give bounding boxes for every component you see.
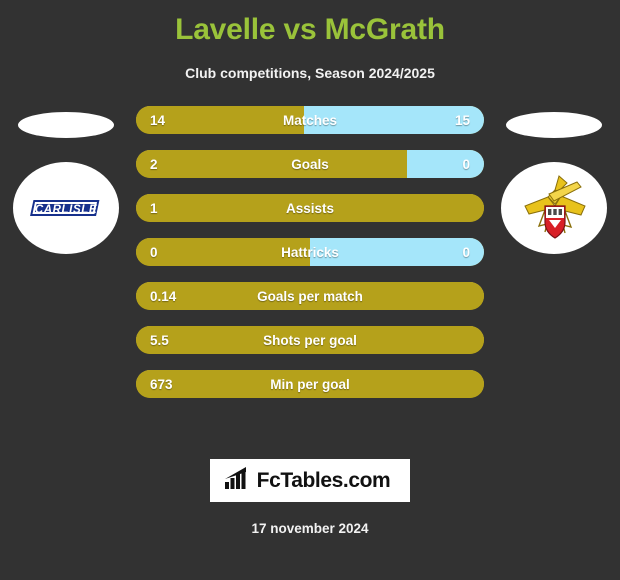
fctables-logo[interactable]: FcTables.com (209, 459, 411, 502)
away-banner-oval (506, 112, 602, 138)
home-bar-fill (136, 370, 484, 398)
date-label: 17 november 2024 (251, 521, 369, 536)
home-value: 1 (150, 200, 158, 216)
home-bar-fill (136, 238, 310, 266)
doncaster-rovers-badge (501, 162, 607, 254)
home-value: 673 (150, 376, 173, 392)
footer: FcTables.com 17 november 2024 (0, 459, 620, 580)
page-subtitle: Club competitions, Season 2024/2025 (185, 65, 435, 81)
header: Lavelle vs McGrath Club competitions, Se… (0, 0, 620, 82)
stat-row-assists[interactable]: 1 Assists (136, 194, 484, 222)
fctables-logo-text: FcTables.com (256, 468, 391, 492)
home-value: 5.5 (150, 332, 169, 348)
away-bar-fill (407, 150, 484, 178)
carlisle-united-badge: CARLISLE (13, 162, 119, 254)
home-value: 0.14 (150, 288, 177, 304)
stat-row-goals-per-match[interactable]: 0.14 Goals per match (136, 282, 484, 310)
away-value: 0 (462, 156, 470, 172)
stat-row-goals[interactable]: 2 Goals 0 (136, 150, 484, 178)
home-value: 14 (150, 112, 166, 128)
away-bar-fill (310, 238, 484, 266)
bar-chart-icon (224, 466, 250, 495)
stat-row-shots-per-goal[interactable]: 5.5 Shots per goal (136, 326, 484, 354)
stat-row-hattricks[interactable]: 0 Hattricks 0 (136, 238, 484, 266)
away-team-column (494, 106, 614, 416)
home-bar-fill (136, 194, 484, 222)
stat-row-min-per-goal[interactable]: 673 Min per goal (136, 370, 484, 398)
stat-row-matches[interactable]: 14 Matches 15 (136, 106, 484, 134)
page-title: Lavelle vs McGrath (175, 13, 445, 46)
home-bar-fill (136, 282, 484, 310)
home-banner-oval (18, 112, 114, 138)
comparison-section: CARLISLE 14 Matches 15 2 Goals 0 1 Assis… (0, 106, 620, 416)
home-bar-fill (136, 150, 408, 178)
carlisle-badge-text: CARLISLE (35, 204, 97, 216)
stat-rows: 14 Matches 15 2 Goals 0 1 Assists 0 Hatt… (136, 106, 484, 398)
home-bar-fill (136, 326, 484, 354)
home-team-column: CARLISLE (6, 106, 126, 416)
away-value: 0 (462, 244, 470, 260)
home-value: 2 (150, 156, 158, 172)
home-value: 0 (150, 244, 158, 260)
away-value: 15 (454, 112, 470, 128)
